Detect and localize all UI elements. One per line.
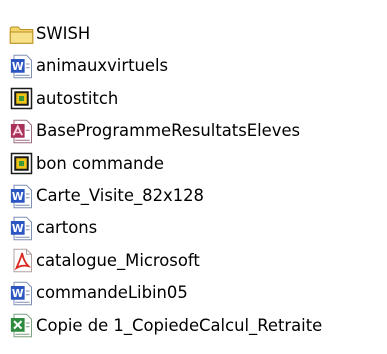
word-document-icon: W: [9, 216, 34, 241]
file-item-baseprogrammeresultatseleves[interactable]: BaseProgrammeResultatsEleves: [9, 115, 387, 147]
file-name: bon commande: [36, 153, 164, 173]
file-item-cartons[interactable]: W cartons: [9, 212, 387, 244]
shortcut-app-icon: [9, 151, 34, 176]
file-item-catalogue-microsoft[interactable]: catalogue_Microsoft: [9, 245, 387, 277]
excel-spreadsheet-icon: [9, 313, 34, 338]
word-document-icon: W: [9, 281, 34, 306]
file-name: Carte_Visite_82x128: [36, 185, 204, 205]
file-item-bon-commande[interactable]: bon commande: [9, 148, 387, 180]
word-document-icon: W: [9, 54, 34, 79]
file-name: SWISH: [36, 23, 91, 43]
file-item-copie-calcul-retraite[interactable]: Copie de 1_CopiedeCalcul_Retraite: [9, 310, 387, 342]
shortcut-app-icon: [9, 86, 34, 111]
svg-text:W: W: [12, 189, 24, 202]
svg-text:W: W: [12, 60, 24, 73]
file-item-animauxvirtuels[interactable]: W animauxvirtuels: [9, 50, 387, 82]
svg-text:W: W: [12, 222, 24, 235]
file-list: SWISH W animauxvirtuels autostitch BaseP…: [9, 18, 387, 342]
file-item-autostitch[interactable]: autostitch: [9, 83, 387, 115]
svg-text:W: W: [12, 287, 24, 300]
file-item-swish[interactable]: SWISH: [9, 18, 387, 50]
file-name: cartons: [36, 218, 98, 238]
file-name: animauxvirtuels: [36, 56, 169, 76]
file-name: Copie de 1_CopiedeCalcul_Retraite: [36, 315, 323, 335]
file-name: commandeLibin05: [36, 283, 188, 303]
folder-icon: [9, 22, 34, 47]
file-item-carte-visite[interactable]: W Carte_Visite_82x128: [9, 180, 387, 212]
word-document-icon: W: [9, 184, 34, 209]
file-name: BaseProgrammeResultatsEleves: [36, 121, 301, 141]
file-name: autostitch: [36, 88, 119, 108]
pdf-document-icon: [9, 248, 34, 273]
file-name: catalogue_Microsoft: [36, 250, 200, 270]
file-item-commandelibin05[interactable]: W commandeLibin05: [9, 277, 387, 309]
access-database-icon: [9, 119, 34, 144]
